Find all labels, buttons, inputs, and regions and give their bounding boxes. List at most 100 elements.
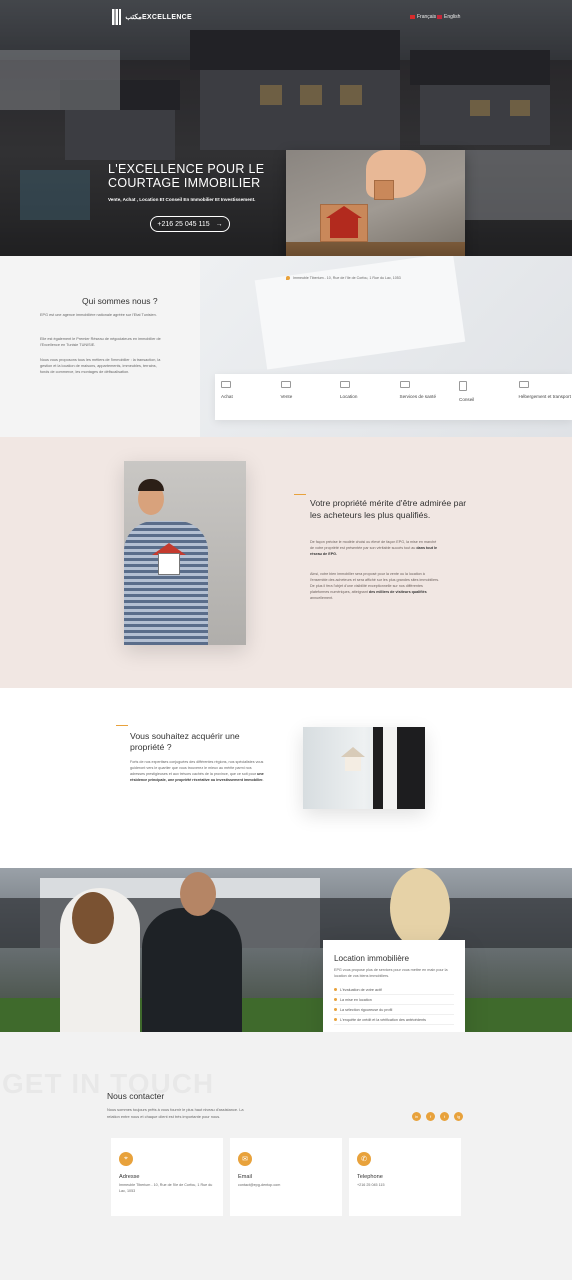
about-paragraph-2: Elle est également le Premier Réseau de …: [40, 337, 161, 347]
phone-button[interactable]: +216 25 045 115 →: [150, 216, 230, 232]
service-hebergement[interactable]: Hébergement et transport: [513, 374, 572, 420]
contact-title: Nous contacter: [107, 1091, 165, 1101]
service-achat[interactable]: Achat: [215, 374, 275, 420]
suit: [373, 727, 425, 809]
house-model: [158, 553, 180, 575]
accent-line: [116, 725, 128, 726]
about-title: Qui sommes nous ?: [82, 296, 158, 306]
propriete-paragraph-1: De façon précise le modèle choisi ou éle…: [310, 539, 440, 557]
hero-title: L'EXCELLENCE POUR LE COURTAGE IMMOBILIER: [108, 162, 265, 190]
advice-icon: [459, 381, 467, 391]
woman-left-hair: [72, 892, 114, 944]
service-conseil[interactable]: Conseil: [453, 374, 513, 420]
logo[interactable]: مكتبEXCELLENCE: [112, 8, 192, 26]
service-vente[interactable]: Vente: [275, 374, 335, 420]
propriete-p2-bold: des milliers de visiteurs qualifiés: [368, 590, 427, 594]
location-description: EPG vous propose plus de services pour v…: [334, 968, 448, 978]
woman-right-hair: [390, 868, 450, 948]
location-item: La mise en location: [334, 995, 454, 1005]
man-shirt: [124, 521, 208, 645]
flag-en-icon: [437, 15, 442, 19]
location-title: Location immobilière: [334, 954, 410, 963]
service-label: Location: [340, 394, 358, 399]
house-roof-icon: [326, 206, 362, 218]
mail-icon: ✉: [238, 1152, 252, 1166]
hero-address: Immeuble Tiberium - 10, Rue de l'Ile de …: [286, 276, 401, 280]
hero-address-text: Immeuble Tiberium - 10, Rue de l'Ile de …: [293, 276, 401, 280]
logo-text: مكتبEXCELLENCE: [125, 14, 192, 21]
service-label: Hébergement et transport: [518, 394, 571, 399]
service-location[interactable]: Location: [334, 374, 394, 420]
accent-line: [294, 494, 306, 495]
location-item: L'évaluation de votre actif: [334, 985, 454, 995]
lang-en[interactable]: English: [437, 14, 460, 20]
paper: [254, 256, 466, 370]
instagram-icon[interactable]: ig: [454, 1112, 463, 1121]
bullet-icon: [334, 988, 337, 991]
building-icon: [221, 381, 231, 388]
propriete-title: Votre propriété mérite d'être admirée pa…: [310, 498, 467, 520]
contact-card-phone: ✆ Telephone +216 25 045 115: [349, 1138, 461, 1216]
service-sante[interactable]: Services de santé: [394, 374, 454, 420]
acquerir-title: Vous souhaitez acquérir une propriété ?: [130, 731, 240, 752]
house-model: [345, 757, 361, 771]
hero-image-puzzle-house: [286, 150, 465, 268]
location-item-text: L'enquête de crédit et la vérification d…: [340, 1017, 426, 1022]
contact-card-address: ⌖ Adresse Immeuble Tiberium - 10, Rue de…: [111, 1138, 223, 1216]
propriete-paragraph-2: Ainsi, votre bien immobilier sera propos…: [310, 571, 440, 601]
contact-card-value[interactable]: +216 25 045 115: [357, 1183, 453, 1189]
pin-icon: [286, 276, 290, 280]
twitter-icon[interactable]: t: [440, 1112, 449, 1121]
about-paragraph-3: Nous vous proposons tous les métiers de …: [40, 358, 161, 374]
contact-card-value: Immeuble Tiberium - 10, Rue de l'Ile de …: [119, 1183, 213, 1193]
logo-icon: [112, 9, 122, 25]
arrow-right-icon: →: [215, 220, 223, 228]
flag-fr-icon: [410, 15, 415, 19]
contact-text: Nous sommes toujours prêts à vous fourni…: [107, 1107, 244, 1119]
about-paragraph-1: EPG est une agence immobilière nationale…: [40, 313, 157, 317]
location-item-text: La mise en location: [340, 997, 372, 1002]
bullet-icon: [334, 1008, 337, 1011]
contact-card-label: Adresse: [119, 1174, 140, 1180]
phone-icon: ✆: [357, 1152, 371, 1166]
health-icon: [399, 381, 410, 388]
acquerir-image: [303, 727, 425, 809]
puzzle-piece: [374, 180, 394, 200]
house-body-icon: [330, 218, 358, 238]
service-label: Achat: [221, 394, 233, 399]
acquerir-paragraph: Forts de nos expertises conjuguées des d…: [130, 759, 264, 783]
man-center: [142, 908, 242, 1032]
bullet-icon: [334, 1018, 337, 1021]
key-icon: [340, 381, 350, 388]
propriete-p2-end: annuellement.: [310, 596, 334, 600]
hero-subtitle: Vente, Achat , Location Et Conseil En Im…: [108, 197, 256, 202]
service-label: Vente: [280, 394, 293, 399]
lang-fr-label: Français: [417, 14, 437, 20]
contact-card-email: ✉ Email contact@epg-dentop.com: [230, 1138, 342, 1216]
location-background-image: [0, 868, 572, 1032]
contact-card-label: Telephone: [357, 1174, 383, 1180]
location-item-text: La sélection rigoureuse du profil: [340, 1007, 393, 1012]
service-label: Conseil: [459, 397, 475, 402]
contact-card-value[interactable]: contact@epg-dentop.com: [238, 1183, 334, 1189]
social-links: in f t ig: [412, 1112, 463, 1121]
linkedin-icon[interactable]: in: [412, 1112, 421, 1121]
service-label: Services de santé: [399, 394, 437, 399]
lang-fr[interactable]: Français: [410, 14, 436, 20]
pin-icon: ⌖: [119, 1152, 133, 1166]
location-item: L'enquête de crédit et la vérification d…: [334, 1015, 454, 1025]
acquerir-text: Forts de nos expertises conjuguées des d…: [130, 760, 264, 776]
sale-icon: [280, 381, 291, 388]
house-roof-icon: [341, 747, 365, 757]
bullet-icon: [334, 998, 337, 1001]
footer: [0, 1258, 572, 1280]
phone-button-label: +216 25 045 115: [157, 220, 210, 228]
facebook-icon[interactable]: f: [426, 1112, 435, 1121]
contact-card-label: Email: [238, 1174, 252, 1180]
man-hair: [138, 479, 164, 491]
acquerir-section: [0, 703, 572, 853]
propriete-section: [0, 437, 572, 688]
man-holding-house-image: [124, 461, 246, 645]
man-center-head: [180, 872, 216, 916]
location-item: La sélection rigoureuse du profil: [334, 1005, 454, 1015]
